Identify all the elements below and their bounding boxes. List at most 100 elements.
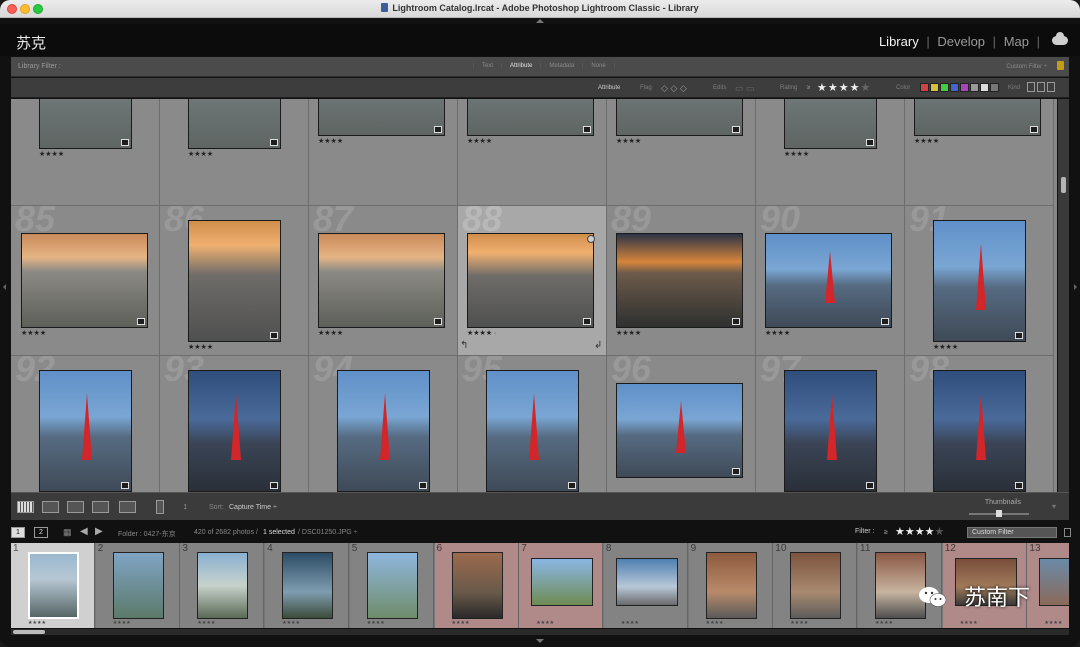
- tokyo-tower-photo[interactable]: [486, 370, 579, 492]
- grid-cell[interactable]: 95: [458, 356, 607, 492]
- grid-scroll-thumb[interactable]: [1061, 177, 1066, 193]
- grid-cell[interactable]: ★★★★: [160, 99, 309, 206]
- star-rating[interactable]: ★★★★: [188, 343, 213, 351]
- quick-collection-icon[interactable]: [587, 235, 595, 243]
- tokyo-cityscape-photo[interactable]: [39, 99, 132, 149]
- rating-operator[interactable]: ≥: [807, 85, 810, 91]
- metadata-badge-icon[interactable]: [866, 482, 874, 489]
- selected-filename[interactable]: / DSC01250.JPG ÷: [298, 529, 357, 536]
- filmstrip-cell[interactable]: 2 ★★★★: [95, 543, 180, 628]
- kind-virtual-icon[interactable]: [1037, 82, 1045, 92]
- filmstrip-filter-operator[interactable]: ≥: [884, 529, 888, 536]
- tokyo-tower-photo[interactable]: [39, 370, 132, 492]
- color-purple-swatch[interactable]: [960, 83, 969, 92]
- loupe-view-icon[interactable]: [42, 501, 59, 513]
- grid-cell[interactable]: ★★★★: [458, 99, 607, 206]
- star-rating[interactable]: ★★★★: [765, 329, 790, 337]
- filmstrip-filter-dropdown[interactable]: Custom Filter: [967, 527, 1057, 538]
- grid-cell[interactable]: 96: [607, 356, 756, 492]
- module-map[interactable]: Map: [1004, 34, 1029, 49]
- filter-tab-metadata[interactable]: Metadata: [540, 63, 582, 69]
- metadata-badge-icon[interactable]: [270, 482, 278, 489]
- tokyo-cityscape-photo[interactable]: [616, 99, 743, 136]
- filter-tab-attribute[interactable]: Attribute: [501, 63, 540, 69]
- edits-icon[interactable]: ▭ ▭: [735, 83, 755, 94]
- metadata-badge-icon[interactable]: [121, 139, 129, 146]
- metadata-badge-icon[interactable]: [434, 126, 442, 133]
- filter-preset-dropdown[interactable]: Custom Filter ÷: [1006, 64, 1047, 70]
- tokyo-cityscape-photo[interactable]: [784, 99, 877, 149]
- filmstrip-thumbnail[interactable]: [615, 558, 678, 606]
- grid-cell[interactable]: 92: [11, 356, 160, 492]
- star-rating[interactable]: ★★★★: [616, 329, 641, 337]
- star-rating[interactable]: ★★★★: [188, 150, 213, 158]
- tokyo-cityscape-photo[interactable]: [21, 233, 148, 328]
- top-panel-toggle-icon[interactable]: [536, 19, 544, 23]
- filmstrip-cell[interactable]: 7 ★★★★: [519, 543, 604, 628]
- window-2-button[interactable]: 2: [34, 527, 48, 538]
- filmstrip-cell[interactable]: 6 ★★★★: [434, 543, 519, 628]
- filmstrip-thumbnail[interactable]: [531, 558, 594, 606]
- star-rating[interactable]: ★★★★: [21, 329, 46, 337]
- filmstrip-cell[interactable]: 9 ★★★★: [688, 543, 773, 628]
- window-1-button[interactable]: 1: [11, 527, 25, 538]
- spray-can-icon[interactable]: [156, 500, 164, 514]
- grid-cell[interactable]: 87 ★★★★: [309, 206, 458, 356]
- filmstrip-thumbnail[interactable]: [28, 552, 79, 619]
- star-rating[interactable]: ★★★★: [318, 137, 343, 145]
- metadata-badge-icon[interactable]: [434, 318, 442, 325]
- tokyo-tower-photo[interactable]: [784, 370, 877, 492]
- rotate-right-icon[interactable]: ↲: [594, 340, 602, 351]
- back-arrow-icon[interactable]: ◀: [80, 526, 88, 537]
- color-blue-swatch[interactable]: [950, 83, 959, 92]
- filmstrip-thumbnail[interactable]: [366, 552, 418, 619]
- folder-source[interactable]: Folder : 0427-东京: [118, 529, 176, 539]
- color-red-swatch[interactable]: [920, 83, 929, 92]
- grid-cell[interactable]: 94: [309, 356, 458, 492]
- tokyo-tower-photo[interactable]: [188, 370, 281, 492]
- metadata-badge-icon[interactable]: [583, 318, 591, 325]
- thumbnail-size-knob[interactable]: [996, 510, 1002, 517]
- module-develop[interactable]: Develop: [937, 34, 985, 49]
- filmstrip-star-off[interactable]: ★: [934, 526, 944, 538]
- grid-cell[interactable]: ★★★★: [756, 99, 905, 206]
- tokyo-cityscape-photo[interactable]: [318, 99, 445, 136]
- grid-scrollbar[interactable]: [1058, 99, 1069, 492]
- star-rating[interactable]: ★★★★: [914, 137, 939, 145]
- color-none-swatch[interactable]: [980, 83, 989, 92]
- star-rating[interactable]: ★★★★: [39, 150, 64, 158]
- sort-direction-icon[interactable]: ↕: [183, 501, 188, 511]
- grid-cell[interactable]: 90 ★★★★: [756, 206, 905, 356]
- metadata-badge-icon[interactable]: [419, 482, 427, 489]
- survey-view-icon[interactable]: [92, 501, 109, 513]
- kind-master-icon[interactable]: [1027, 82, 1035, 92]
- filmstrip-thumbnail[interactable]: [197, 552, 249, 619]
- tokyo-tower-photo[interactable]: [616, 383, 743, 478]
- star-rating[interactable]: ★★★★ ·: [467, 329, 496, 337]
- rating-filter-stars[interactable]: ★★★★★: [817, 81, 871, 94]
- filter-tab-none[interactable]: None: [582, 63, 615, 69]
- filmstrip-thumbnail[interactable]: [112, 552, 164, 619]
- metadata-badge-icon[interactable]: [270, 332, 278, 339]
- color-other-swatch[interactable]: [990, 83, 999, 92]
- filmstrip-cell[interactable]: 13 ★★★★: [1027, 543, 1069, 628]
- grid-cell[interactable]: ★★★★: [11, 99, 160, 206]
- metadata-badge-icon[interactable]: [121, 482, 129, 489]
- filmstrip-star-on[interactable]: ★★★★: [895, 526, 934, 538]
- grid-cell[interactable]: 98: [905, 356, 1054, 492]
- metadata-badge-icon[interactable]: [866, 139, 874, 146]
- people-view-icon[interactable]: [119, 501, 136, 513]
- filmstrip-scroll-thumb[interactable]: [13, 630, 45, 634]
- filmstrip-cell[interactable]: 8 ★★★★: [603, 543, 688, 628]
- filmstrip-thumbnail[interactable]: [282, 552, 334, 619]
- star-rating[interactable]: ★★★★: [933, 343, 958, 351]
- filmstrip-filter-toggle-icon[interactable]: [1064, 528, 1071, 537]
- grid-cell[interactable]: ★★★★: [905, 99, 1054, 206]
- star-rating[interactable]: ★★★★: [467, 137, 492, 145]
- filmstrip-thumbnail[interactable]: [705, 552, 757, 619]
- tokyo-tower-photo[interactable]: [765, 233, 892, 328]
- forward-arrow-icon[interactable]: ▶: [95, 526, 103, 537]
- filmstrip-cell[interactable]: 3 ★★★★: [180, 543, 265, 628]
- compare-view-icon[interactable]: [67, 501, 84, 513]
- metadata-badge-icon[interactable]: [270, 139, 278, 146]
